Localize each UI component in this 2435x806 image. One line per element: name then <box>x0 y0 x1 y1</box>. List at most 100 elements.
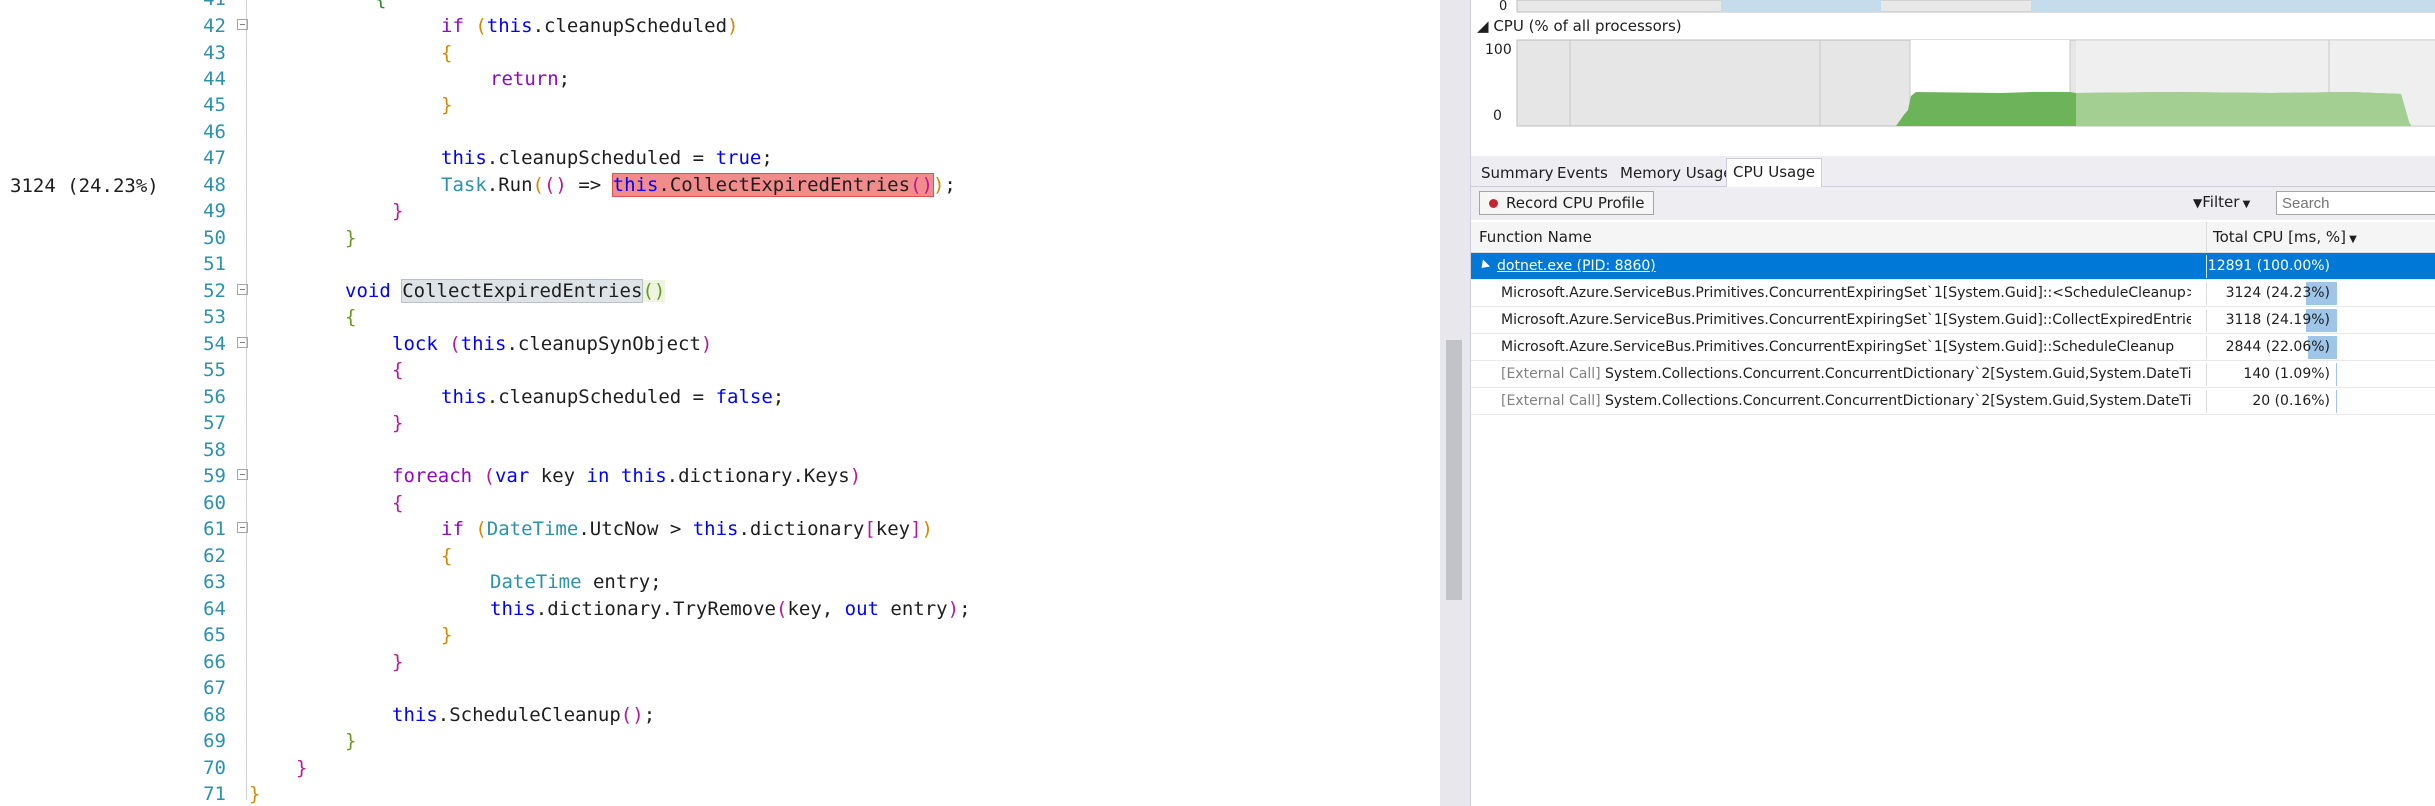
code-line[interactable]: 51 <box>0 251 1430 277</box>
code-line[interactable]: 66 } <box>0 649 1430 675</box>
column-total-cpu[interactable]: Total CPU [ms, %] ▼ <box>2213 222 2357 252</box>
code-line[interactable]: 62 { <box>0 543 1430 569</box>
code-line[interactable]: 55 { <box>0 357 1430 383</box>
collapse-toggle-icon[interactable] <box>237 19 248 30</box>
collapse-toggle-icon[interactable] <box>237 522 248 533</box>
function-row[interactable]: dotnet.exe (PID: 8860) 12891 (100.00%) <box>1471 253 2435 280</box>
collapse-toggle-icon[interactable] <box>237 469 248 480</box>
code-line[interactable]: 64 this.dictionary.TryRemove(key, out en… <box>0 596 1430 622</box>
function-name: Microsoft.Azure.ServiceBus.Primitives.Co… <box>1501 280 2191 307</box>
line-number: 48 <box>203 174 226 196</box>
expand-triangle-icon[interactable] <box>1477 259 1491 272</box>
code-line[interactable]: 68 this.ScheduleCleanup(); <box>0 702 1430 728</box>
search-input[interactable] <box>2276 191 2435 215</box>
code-line[interactable]: 57 } <box>0 410 1430 436</box>
function-row[interactable]: [External Call] System.Collections.Concu… <box>1471 361 2435 388</box>
code-text: return; <box>490 68 571 90</box>
function-name: dotnet.exe (PID: 8860) <box>1497 253 2177 280</box>
column-function-name[interactable]: Function Name <box>1479 222 1592 252</box>
code-line[interactable]: 60 { <box>0 490 1430 516</box>
code-text: { <box>392 492 404 514</box>
code-line[interactable]: 47 this.cleanupScheduled = true; <box>0 145 1430 171</box>
code-line[interactable]: 50 } <box>0 225 1430 251</box>
column-divider <box>2206 222 2207 252</box>
code-editor[interactable]: 3124 (24.23%) 41 { 42 if (this.cleanupSc… <box>0 0 1440 806</box>
code-line[interactable]: 53 { <box>0 304 1430 330</box>
function-row[interactable]: [External Call] System.Collections.Concu… <box>1471 388 2435 415</box>
code-line[interactable]: 61 if (DateTime.UtcNow > this.dictionary… <box>0 516 1430 542</box>
function-name: [External Call] System.Collections.Concu… <box>1501 388 2191 415</box>
code-line[interactable]: 58 <box>0 437 1430 463</box>
code-line[interactable]: 49 } <box>0 198 1430 224</box>
function-name: Microsoft.Azure.ServiceBus.Primitives.Co… <box>1501 307 2191 334</box>
tab-strip: Summary Events Memory Usage CPU Usage <box>1471 156 2435 187</box>
line-number: 47 <box>203 147 226 169</box>
collapse-toggle-icon[interactable] <box>237 337 248 348</box>
code-text: } <box>345 227 357 249</box>
line-number: 57 <box>203 412 226 434</box>
code-text: if (DateTime.UtcNow > this.dictionary[ke… <box>441 518 933 540</box>
code-line[interactable]: 67 <box>0 675 1430 701</box>
filter-label: Filter <box>2202 193 2240 211</box>
editor-scrollbar-thumb[interactable] <box>1446 340 1462 600</box>
code-line[interactable]: 65 } <box>0 622 1430 648</box>
cpu-usage-graph[interactable]: 100 0 <box>1471 36 2435 136</box>
code-text: this.cleanupScheduled = false; <box>441 386 785 408</box>
code-line[interactable]: 41 { <box>0 0 1430 12</box>
code-line[interactable]: 56 this.cleanupScheduled = false; <box>0 384 1430 410</box>
code-text: { <box>441 42 453 64</box>
code-text: this.cleanupScheduled = true; <box>441 147 773 169</box>
tab-events[interactable]: Events <box>1551 160 1614 186</box>
code-text: foreach (var key in this.dictionary.Keys… <box>392 465 862 487</box>
tab-cpu-usage[interactable]: CPU Usage <box>1726 158 1823 187</box>
record-button-label: Record CPU Profile <box>1506 194 1645 212</box>
function-row[interactable]: Microsoft.Azure.ServiceBus.Primitives.Co… <box>1471 334 2435 361</box>
code-line[interactable]: 52 void CollectExpiredEntries() <box>0 278 1430 304</box>
line-number: 53 <box>203 306 226 328</box>
column-total-cpu-label: Total CPU [ms, %] <box>2213 228 2346 246</box>
function-row[interactable]: Microsoft.Azure.ServiceBus.Primitives.Co… <box>1471 307 2435 334</box>
record-icon <box>1489 199 1498 208</box>
total-cpu-cell: 3118 (24.19%) <box>2206 309 2337 332</box>
line-number: 62 <box>203 545 226 567</box>
code-line[interactable]: 46 <box>0 119 1430 145</box>
line-number: 58 <box>203 439 226 461</box>
line-number: 71 <box>203 783 226 805</box>
function-name-text: Microsoft.Azure.ServiceBus.Primitives.Co… <box>1501 339 2175 355</box>
line-number: 56 <box>203 386 226 408</box>
cpu-axis-max: 100 <box>1485 42 1512 58</box>
code-text: { <box>441 545 453 567</box>
code-line[interactable]: 59 foreach (var key in this.dictionary.K… <box>0 463 1430 489</box>
total-cpu-value: 3118 (24.19%) <box>2225 312 2330 328</box>
cpu-axis-min: 0 <box>1493 108 1502 124</box>
record-cpu-profile-button[interactable]: Record CPU Profile <box>1479 191 1654 215</box>
code-line[interactable]: 43 { <box>0 40 1430 66</box>
function-row[interactable]: Microsoft.Azure.ServiceBus.Primitives.Co… <box>1471 280 2435 307</box>
method-name-highlight[interactable]: CollectExpiredEntries <box>401 279 644 303</box>
code-line[interactable]: 63 DateTime entry; <box>0 569 1430 595</box>
code-line[interactable]: 42 if (this.cleanupScheduled) <box>0 13 1430 39</box>
code-line[interactable]: 71 } <box>0 781 1430 806</box>
line-number: 59 <box>203 465 226 487</box>
external-call-prefix: [External Call] <box>1501 366 1601 382</box>
code-line[interactable]: 44 return; <box>0 66 1430 92</box>
code-line[interactable]: 70 } <box>0 755 1430 781</box>
total-cpu-cell: 20 (0.16%) <box>2206 390 2337 413</box>
function-name: Microsoft.Azure.ServiceBus.Primitives.Co… <box>1501 334 2191 361</box>
line-number: 45 <box>203 94 226 116</box>
code-line[interactable]: 48 Task.Run(() => this.CollectExpiredEnt… <box>0 172 1430 198</box>
code-line[interactable]: 54 lock (this.cleanupSynObject) <box>0 331 1430 357</box>
filter-button[interactable]: ▼Filter ▼ <box>2193 193 2250 211</box>
tab-summary[interactable]: Summary <box>1475 160 1560 186</box>
function-name-text: Microsoft.Azure.ServiceBus.Primitives.Co… <box>1501 285 2191 301</box>
collapse-toggle-icon[interactable] <box>237 284 248 295</box>
code-line[interactable]: 69 } <box>0 728 1430 754</box>
code-line[interactable]: 45 } <box>0 92 1430 118</box>
line-number: 49 <box>203 200 226 222</box>
tab-memory-usage[interactable]: Memory Usage <box>1614 160 1739 186</box>
filter-icon: ▼ <box>2193 196 2203 210</box>
hot-path-highlight[interactable]: this.CollectExpiredEntries() <box>611 173 934 197</box>
function-name-text: System.Collections.Concurrent.Concurrent… <box>1605 393 2191 409</box>
code-text: } <box>345 730 357 752</box>
code-text: } <box>392 412 404 434</box>
